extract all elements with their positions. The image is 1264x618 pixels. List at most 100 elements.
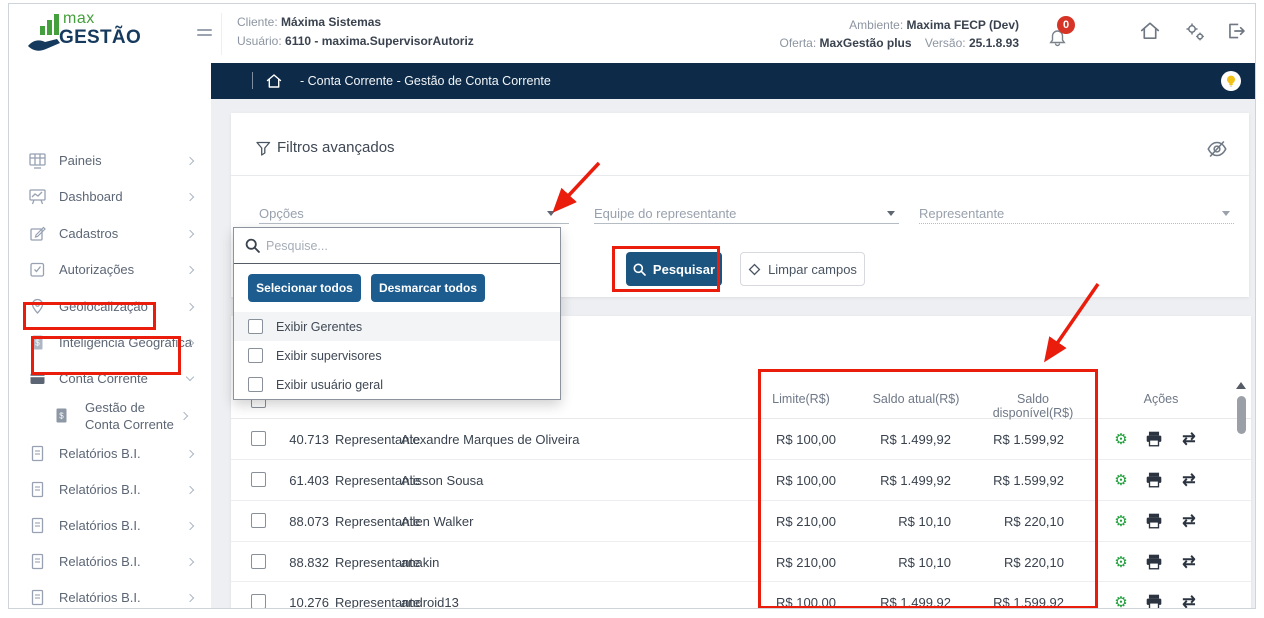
home-icon[interactable] — [1139, 20, 1163, 44]
selecionar-todos-button[interactable]: Selecionar todos — [248, 274, 361, 302]
row-saldo-atual: R$ 10,10 — [846, 514, 951, 529]
sidebar-item-relatorios-bi[interactable]: Relatórios B.I. — [9, 475, 211, 505]
gear-icon[interactable]: ⚙ — [1111, 430, 1131, 450]
table-row: 10.276 Representante android13 R$ 100,00… — [231, 582, 1251, 609]
logo-text-gestao: GESTÃO — [59, 27, 141, 49]
select-representante[interactable]: Representante — [919, 206, 1004, 221]
sidebar-item-relatorios-bi[interactable]: Relatórios B.I. — [9, 547, 211, 577]
sidebar-item-paineis[interactable]: Paineis — [9, 146, 211, 176]
chevron-right-icon — [186, 157, 194, 165]
sidebar-item-conta-corrente[interactable]: Conta Corrente — [9, 364, 211, 394]
row-checkbox[interactable] — [251, 431, 266, 446]
notifications-bell-icon[interactable]: 0 — [1049, 20, 1073, 44]
row-checkbox[interactable] — [251, 554, 266, 569]
sidebar-item-inteligencia-geografica[interactable]: $ Inteligência Geográfica — [9, 328, 211, 358]
row-codigo: 88.832 — [269, 555, 329, 570]
col-saldo-disponivel: Saldo disponível(R$) — [975, 392, 1091, 420]
row-codigo: 10.276 — [269, 595, 329, 609]
edit-icon — [29, 225, 46, 242]
breadcrumb-divider — [252, 72, 253, 89]
logout-icon[interactable] — [1225, 20, 1249, 44]
svg-text:$: $ — [59, 412, 64, 421]
caret-down-icon[interactable] — [1222, 211, 1230, 216]
sidebar-toggle-icon[interactable] — [197, 26, 212, 39]
eye-off-icon[interactable] — [1207, 139, 1227, 159]
printer-icon[interactable] — [1145, 471, 1165, 491]
document-dollar-icon: $ — [29, 334, 46, 351]
transfer-icon[interactable]: ⇄ — [1179, 593, 1199, 609]
gear-icon[interactable]: ⚙ — [1111, 471, 1131, 491]
sidebar-item-relatorios-bi[interactable]: Relatórios B.I. — [9, 583, 211, 609]
help-lightbulb-icon[interactable] — [1221, 71, 1241, 91]
row-saldo-disponivel: R$ 1.599,92 — [954, 432, 1064, 447]
row-checkbox[interactable] — [251, 594, 266, 609]
table-row: 40.713 Representante Alexandre Marques d… — [231, 419, 1251, 460]
chevron-right-icon — [186, 450, 194, 458]
sidebar-item-dashboard[interactable]: Dashboard — [9, 182, 211, 212]
wallet-icon — [29, 370, 46, 387]
dashboard-chart-icon — [29, 188, 46, 205]
row-checkbox[interactable] — [251, 513, 266, 528]
sidebar-item-relatorios-bi[interactable]: Relatórios B.I. — [9, 439, 211, 469]
gear-icon[interactable]: ⚙ — [1111, 553, 1131, 573]
sidebar-item-cadastros[interactable]: Cadastros — [9, 219, 211, 249]
printer-icon[interactable] — [1145, 553, 1165, 573]
chevron-down-icon — [186, 373, 194, 381]
search-icon — [245, 238, 260, 253]
row-codigo: 61.403 — [269, 473, 329, 488]
sidebar-item-relatorios-bi[interactable]: Relatórios B.I. — [9, 511, 211, 541]
caret-down-icon[interactable] — [887, 211, 895, 216]
transfer-icon[interactable]: ⇄ — [1179, 471, 1199, 491]
row-nome: anakin — [401, 555, 439, 570]
printer-icon[interactable] — [1145, 593, 1165, 609]
sidebar-item-autorizacoes[interactable]: Autorizações — [9, 255, 211, 285]
grid-icon — [29, 152, 46, 169]
eraser-icon — [748, 263, 761, 276]
limpar-campos-button[interactable]: Limpar campos — [740, 252, 865, 286]
row-saldo-atual: R$ 1.499,92 — [846, 432, 951, 447]
dropdown-option[interactable]: Exibir usuário geral — [234, 370, 560, 399]
row-saldo-disponivel: R$ 1.599,92 — [954, 473, 1064, 488]
row-limite: R$ 100,00 — [736, 432, 836, 447]
dropdown-option[interactable]: Exibir Gerentes — [234, 312, 560, 341]
desmarcar-todos-button[interactable]: Desmarcar todos — [371, 274, 485, 302]
dropdown-option[interactable]: Exibir supervisores — [234, 341, 560, 370]
table-row: 61.403 Representante Alisson Sousa R$ 10… — [231, 460, 1251, 501]
printer-icon[interactable] — [1145, 512, 1165, 532]
printer-icon[interactable] — [1145, 430, 1165, 450]
header-divider — [221, 13, 222, 55]
pesquisar-button[interactable]: Pesquisar — [626, 252, 722, 286]
caret-down-icon[interactable] — [547, 211, 555, 216]
scrollbar-up-arrow[interactable] — [1236, 382, 1246, 389]
select-equipe[interactable]: Equipe do representante — [594, 206, 736, 221]
breadcrumb-home-icon[interactable] — [265, 72, 283, 90]
settings-gears-icon[interactable] — [1183, 20, 1207, 44]
row-codigo: 40.713 — [269, 432, 329, 447]
check-square-icon — [29, 261, 46, 278]
transfer-icon[interactable]: ⇄ — [1179, 430, 1199, 450]
sidebar-item-geolocalizacao[interactable]: Geolocalização — [9, 292, 211, 322]
document-icon — [29, 517, 46, 534]
transfer-icon[interactable]: ⇄ — [1179, 553, 1199, 573]
card-divider — [231, 175, 1249, 176]
row-limite: R$ 210,00 — [736, 555, 836, 570]
option-checkbox[interactable] — [248, 377, 263, 392]
gear-icon[interactable]: ⚙ — [1111, 593, 1131, 609]
option-checkbox[interactable] — [248, 319, 263, 334]
option-checkbox[interactable] — [248, 348, 263, 363]
chevron-right-icon — [180, 412, 188, 420]
notification-badge: 0 — [1057, 16, 1075, 34]
document-dollar-icon: $ — [53, 407, 70, 424]
svg-text:$: $ — [35, 339, 40, 348]
chevron-right-icon — [186, 266, 194, 274]
select-equipe-underline — [594, 223, 899, 224]
select-opcoes[interactable]: Opções — [259, 206, 304, 221]
transfer-icon[interactable]: ⇄ — [1179, 512, 1199, 532]
row-nome: android13 — [401, 595, 459, 609]
dropdown-search-input[interactable] — [266, 235, 546, 257]
gear-icon[interactable]: ⚙ — [1111, 512, 1131, 532]
sidebar-item-gestao-conta-corrente[interactable]: $ Gestão de Conta Corrente — [9, 397, 211, 435]
row-saldo-atual: R$ 10,10 — [846, 555, 951, 570]
row-checkbox[interactable] — [251, 472, 266, 487]
map-pin-icon — [29, 298, 46, 315]
